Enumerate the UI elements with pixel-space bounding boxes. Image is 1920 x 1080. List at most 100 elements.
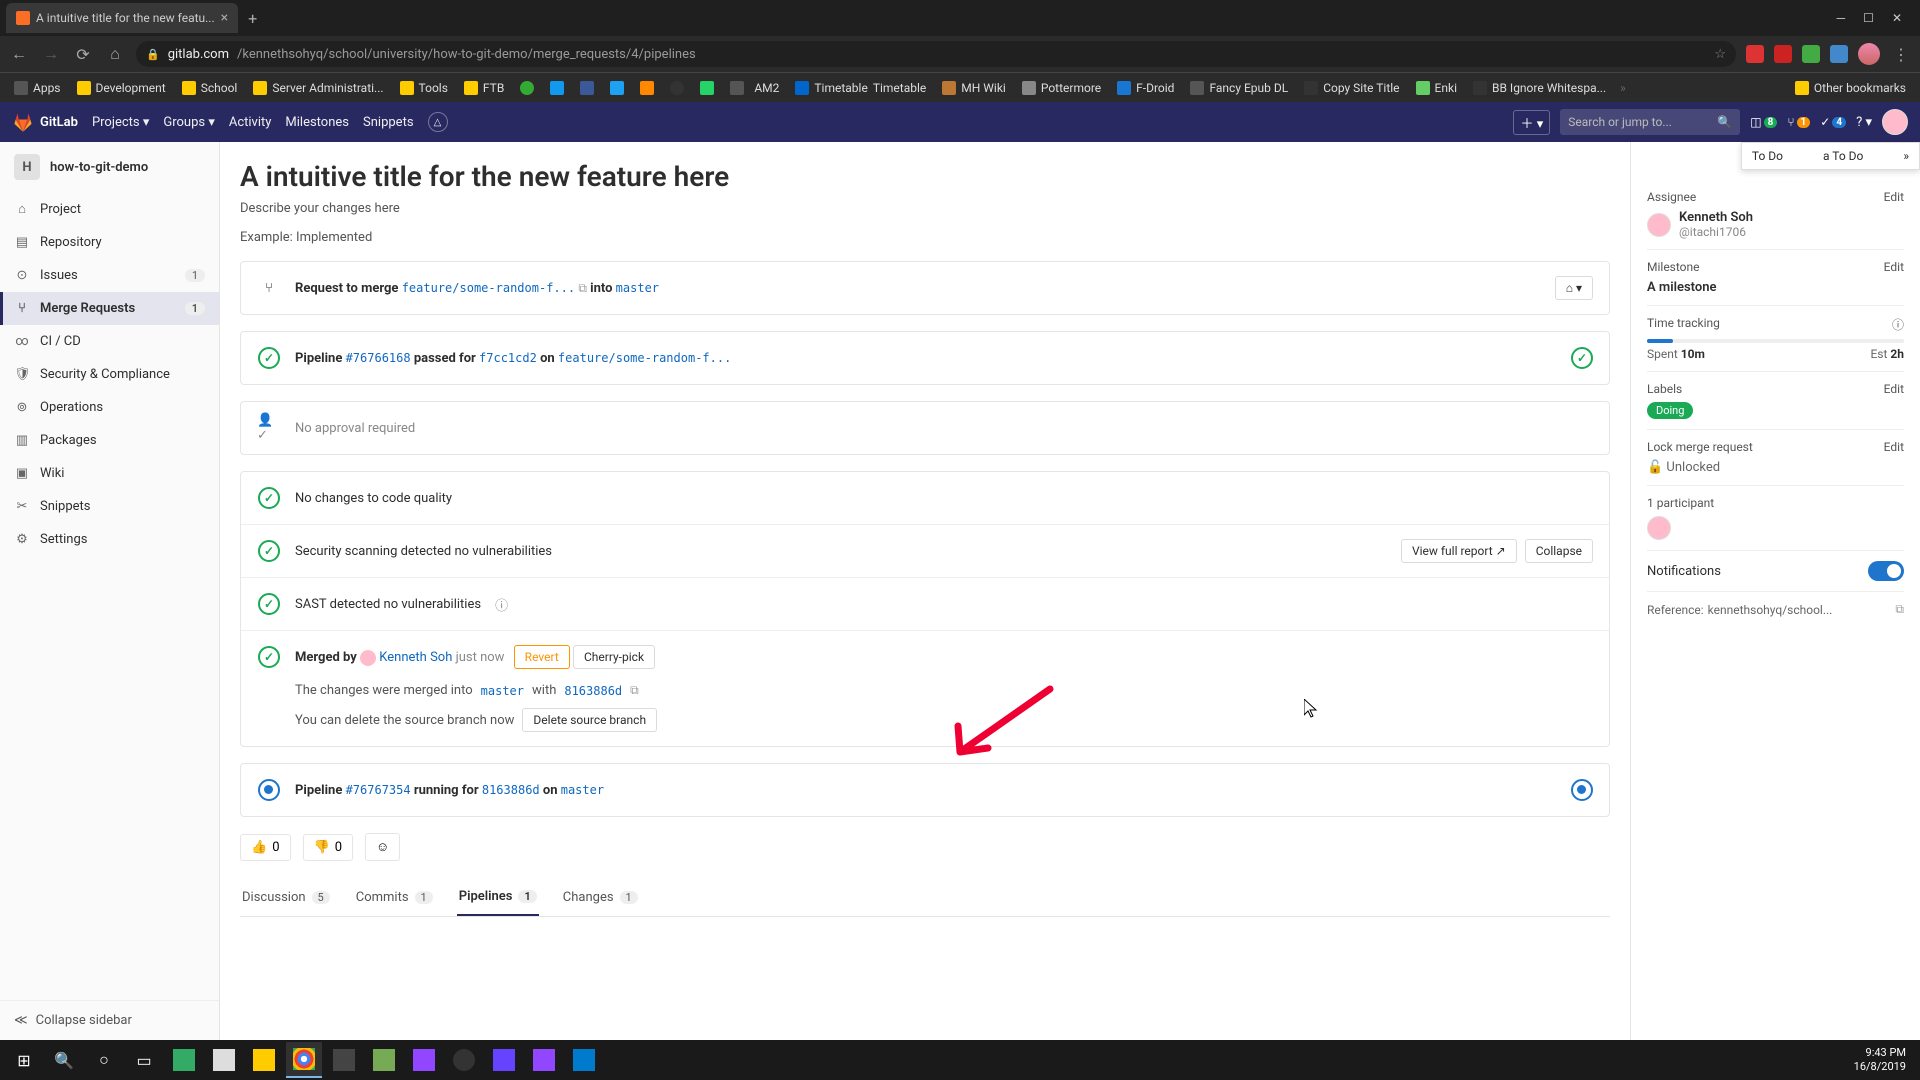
commit-link[interactable]: 8163886d [564, 684, 622, 698]
todo-dropdown[interactable]: To Doa To Do » [1741, 142, 1920, 170]
delete-source-branch-button[interactable]: Delete source branch [522, 708, 657, 732]
participant-avatar[interactable] [1647, 516, 1671, 540]
bookmark[interactable]: Pottermore [1016, 81, 1107, 95]
star-icon[interactable]: ☆ [1714, 47, 1726, 62]
nav-projects[interactable]: Projects ▾ [92, 115, 149, 130]
sidebar-item-repository[interactable]: ▤Repository [0, 226, 219, 259]
sidebar-project-header[interactable]: H how-to-git-demo [0, 142, 219, 192]
taskbar-app[interactable] [206, 1042, 242, 1078]
taskbar-app[interactable] [326, 1042, 362, 1078]
pipeline-running-icon[interactable] [1571, 779, 1593, 801]
search-input[interactable]: Search or jump to... 🔍 [1560, 109, 1740, 135]
task-view-icon[interactable]: ▭ [126, 1042, 162, 1078]
pipeline-link[interactable]: #76767354 [346, 783, 411, 797]
reload-button[interactable]: ⟳ [72, 45, 94, 64]
taskbar-app[interactable] [446, 1042, 482, 1078]
extension-icon[interactable] [1746, 45, 1764, 63]
assignee-avatar[interactable] [1647, 213, 1671, 237]
pipeline-link[interactable]: #76766168 [346, 351, 411, 365]
collapse-sidebar-button[interactable]: ≪ Collapse sidebar [0, 1000, 219, 1040]
nav-issues-count[interactable]: ◫8 [1750, 115, 1777, 129]
sidebar-item-packages[interactable]: ▥Packages [0, 424, 219, 457]
sidebar-item-wiki[interactable]: ▣Wiki [0, 457, 219, 490]
edit-assignee[interactable]: Edit [1884, 190, 1904, 204]
url-input[interactable]: 🔒 gitlab.com/kennethsohyq/school/univers… [136, 41, 1736, 67]
sidebar-item-project[interactable]: ⌂Project [0, 192, 219, 226]
forward-button[interactable]: → [40, 44, 62, 64]
cortana-icon[interactable]: ○ [86, 1042, 122, 1078]
taskbar-app[interactable] [166, 1042, 202, 1078]
bookmark[interactable]: BB Ignore Whitespa... [1467, 81, 1612, 95]
thumbs-up-button[interactable]: 👍 0 [240, 834, 291, 861]
bookmark[interactable] [694, 81, 720, 95]
bookmark[interactable]: FTB [458, 81, 510, 95]
view-full-report-button[interactable]: View full report ↗ [1401, 539, 1517, 563]
cherry-pick-button[interactable]: Cherry-pick [573, 645, 655, 669]
tab-commits[interactable]: Commits1 [354, 879, 435, 916]
sidebar-item-settings[interactable]: ⚙Settings [0, 523, 219, 556]
bookmark-apps[interactable]: Apps [8, 81, 67, 95]
taskbar-app[interactable] [566, 1042, 602, 1078]
help-icon[interactable]: ⓘ [1892, 316, 1904, 333]
nav-mr-count[interactable]: ⑂1 [1787, 115, 1810, 129]
gitlab-logo[interactable]: GitLab [12, 111, 78, 133]
profile-avatar[interactable] [1858, 43, 1880, 65]
sidebar-item-security-compliance[interactable]: 🛡Security & Compliance [0, 358, 219, 391]
clock-time[interactable]: 9:43 PM [1854, 1046, 1906, 1060]
extension-icon[interactable] [1802, 45, 1820, 63]
browser-tab[interactable]: A intuitive title for the new featu... × [6, 3, 238, 33]
bookmark[interactable] [604, 81, 630, 95]
start-button[interactable]: ⊞ [6, 1042, 42, 1078]
source-branch[interactable]: feature/some-random-f... [402, 281, 575, 295]
nav-snippets[interactable]: Snippets [363, 115, 414, 130]
copy-icon[interactable]: ⧉ [1895, 602, 1904, 617]
sidebar-item-snippets[interactable]: ✂Snippets [0, 490, 219, 523]
collapse-button[interactable]: Collapse [1525, 539, 1593, 563]
target-branch[interactable]: master [616, 281, 659, 295]
taskbar-app[interactable] [486, 1042, 522, 1078]
bookmark[interactable]: AM2 [724, 81, 785, 95]
bookmark[interactable]: Development [71, 81, 172, 95]
window-maximize-icon[interactable]: ☐ [1863, 11, 1874, 25]
search-icon[interactable]: 🔍 [46, 1042, 82, 1078]
copy-icon[interactable]: ⧉ [578, 281, 587, 295]
bookmark[interactable]: TimetableTimetable [789, 81, 932, 95]
web-ide-button[interactable]: ⌂ ▾ [1555, 276, 1593, 300]
help-icon[interactable]: ? ▾ [1856, 115, 1872, 130]
menu-icon[interactable]: ⋮ [1890, 45, 1912, 64]
extension-icon[interactable] [1774, 45, 1792, 63]
notifications-toggle[interactable] [1868, 561, 1904, 581]
sidebar-item-ci-cd[interactable]: ∞CI / CD [0, 325, 219, 358]
nav-groups[interactable]: Groups ▾ [163, 115, 214, 130]
taskbar-chrome[interactable] [286, 1042, 322, 1078]
user-link[interactable]: Kenneth Soh [379, 650, 452, 665]
taskbar-app[interactable] [246, 1042, 282, 1078]
chevron-right-icon[interactable]: » [1903, 149, 1909, 163]
nav-environments-icon[interactable]: △ [428, 112, 448, 132]
bookmark[interactable]: Tools [394, 81, 454, 95]
bookmark[interactable]: F-Droid [1111, 81, 1180, 95]
sidebar-item-issues[interactable]: ⊙Issues1 [0, 259, 219, 292]
pipeline-success-icon[interactable]: ✓ [1571, 347, 1593, 369]
window-minimize-icon[interactable]: ─ [1837, 11, 1846, 25]
tab-pipelines[interactable]: Pipelines1 [457, 879, 539, 916]
nav-todo-count[interactable]: ✓4 [1820, 115, 1846, 129]
bookmark[interactable] [634, 81, 660, 95]
bookmark-overflow[interactable]: » [1620, 81, 1626, 95]
home-button[interactable]: ⌂ [104, 44, 126, 64]
taskbar-app[interactable] [406, 1042, 442, 1078]
help-icon[interactable]: ⓘ [495, 595, 508, 614]
bookmark[interactable]: Server Administrati... [247, 81, 389, 95]
edit-lock[interactable]: Edit [1884, 440, 1904, 454]
add-reaction-button[interactable]: ☺ [365, 833, 400, 861]
window-close-icon[interactable]: ✕ [1892, 11, 1902, 25]
bookmark[interactable]: Fancy Epub DL [1184, 81, 1294, 95]
new-tab-button[interactable]: + [238, 9, 267, 28]
label-chip[interactable]: Doing [1647, 402, 1693, 419]
user-avatar[interactable] [1882, 109, 1908, 135]
sidebar-item-merge-requests[interactable]: ⑂Merge Requests1 [0, 292, 219, 325]
sidebar-item-operations[interactable]: ⊚Operations [0, 391, 219, 424]
bookmark[interactable] [574, 81, 600, 95]
commit-link[interactable]: f7cc1cd2 [479, 351, 537, 365]
bookmark[interactable] [514, 81, 540, 95]
